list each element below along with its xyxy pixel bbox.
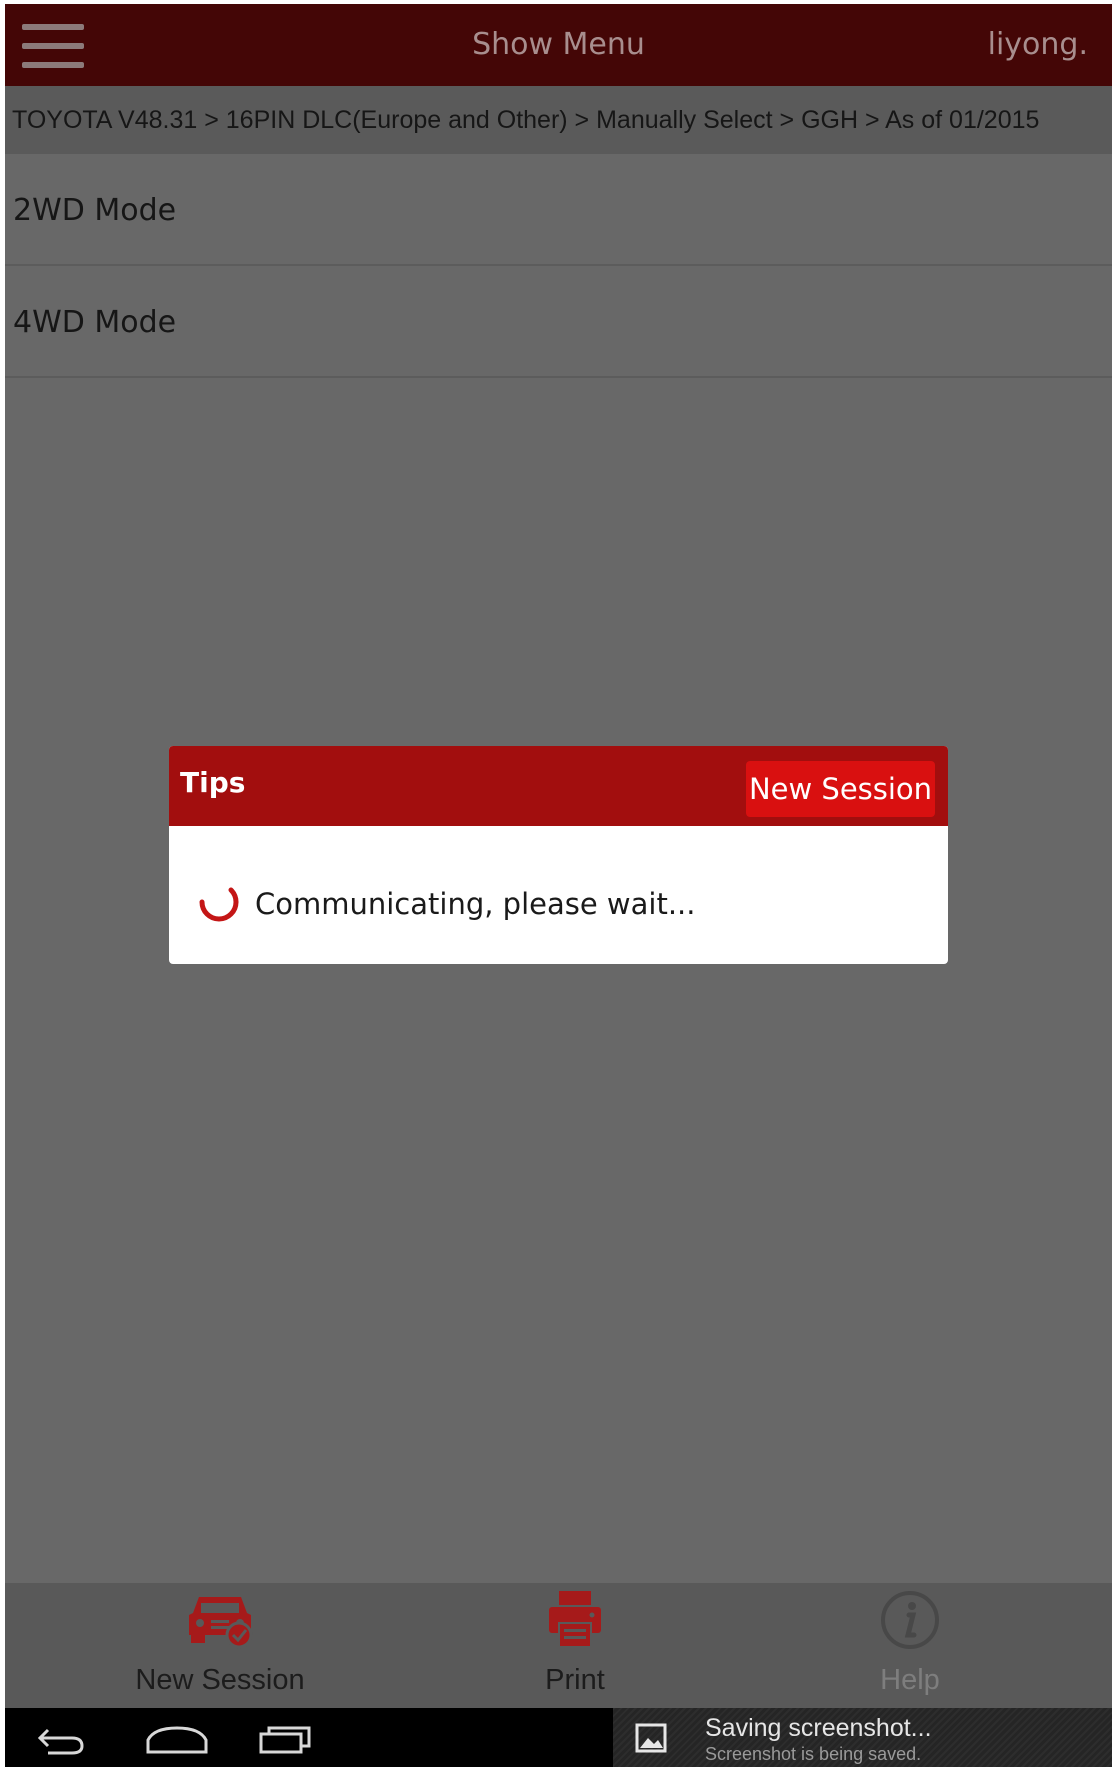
notification-title: Saving screenshot... (705, 1714, 932, 1742)
top-action-bar: Show Menu liyong. (5, 4, 1112, 86)
toolbar-new-session-button[interactable]: New Session (120, 1583, 320, 1708)
new-session-button[interactable]: New Session (746, 761, 935, 817)
show-menu-title[interactable]: Show Menu (5, 4, 1112, 86)
recent-apps-icon[interactable] (255, 1708, 315, 1767)
toolbar-new-session-label: New Session (135, 1664, 305, 1696)
car-check-icon (189, 1597, 253, 1649)
toolbar-print-button[interactable]: Print (505, 1583, 645, 1708)
bottom-toolbar: New Session Print Help (5, 1583, 1112, 1708)
info-icon (881, 1591, 939, 1649)
list-item-2wd-mode[interactable]: 2WD Mode (5, 156, 1112, 266)
home-icon[interactable] (142, 1708, 212, 1767)
toolbar-help-label: Help (880, 1664, 940, 1696)
tips-dialog: Tips New Session Communicating, please w… (169, 746, 948, 964)
app-screen: Show Menu liyong. TOYOTA V48.31 > 16PIN … (5, 4, 1112, 1767)
system-navigation-bar: Saving screenshot... Screenshot is being… (5, 1708, 1112, 1767)
toolbar-print-label: Print (545, 1664, 605, 1696)
printer-icon (549, 1591, 601, 1648)
screenshot-notification[interactable]: Saving screenshot... Screenshot is being… (613, 1708, 1112, 1767)
back-icon[interactable] (30, 1708, 90, 1767)
image-icon (635, 1723, 667, 1753)
loading-spinner-icon (199, 887, 239, 922)
breadcrumb: TOYOTA V48.31 > 16PIN DLC(Europe and Oth… (5, 86, 1112, 154)
dialog-header: Tips New Session (169, 746, 948, 826)
dialog-title: Tips (180, 766, 246, 799)
list-item-4wd-mode[interactable]: 4WD Mode (5, 268, 1112, 378)
notification-subtitle: Screenshot is being saved. (705, 1744, 922, 1764)
dialog-message: Communicating, please wait... (255, 887, 696, 921)
username-label: liyong. (987, 27, 1088, 62)
toolbar-help-button[interactable]: Help (840, 1583, 980, 1708)
